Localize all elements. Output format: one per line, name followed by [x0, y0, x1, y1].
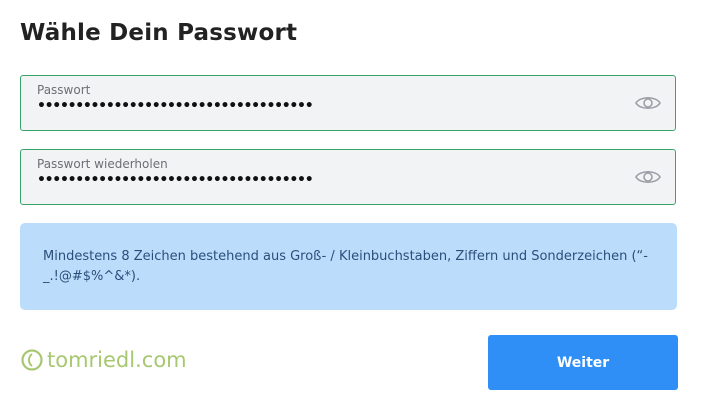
password-requirements-info: Mindestens 8 Zeichen bestehend aus Groß-… — [20, 223, 677, 310]
brand-text: tomriedl.com — [47, 348, 187, 372]
eye-icon[interactable] — [635, 167, 661, 187]
eye-icon[interactable] — [635, 93, 661, 113]
brand-watermark: tomriedl.com — [20, 348, 187, 372]
password-field-value[interactable]: •••••••••••••••••••••••••••••••••••• — [37, 98, 314, 114]
password-requirements-text: Mindestens 8 Zeichen bestehend aus Groß-… — [43, 249, 648, 284]
password-field-label: Passwort — [37, 83, 91, 97]
next-button[interactable]: Weiter — [488, 335, 678, 390]
password-repeat-field-value[interactable]: •••••••••••••••••••••••••••••••••••• — [37, 172, 314, 188]
page-title: Wähle Dein Passwort — [20, 20, 298, 46]
password-repeat-field-label: Passwort wiederholen — [37, 157, 168, 171]
password-field[interactable]: Passwort •••••••••••••••••••••••••••••••… — [20, 75, 676, 131]
password-repeat-field[interactable]: Passwort wiederholen •••••••••••••••••••… — [20, 149, 676, 205]
brand-logo-icon — [21, 349, 43, 371]
